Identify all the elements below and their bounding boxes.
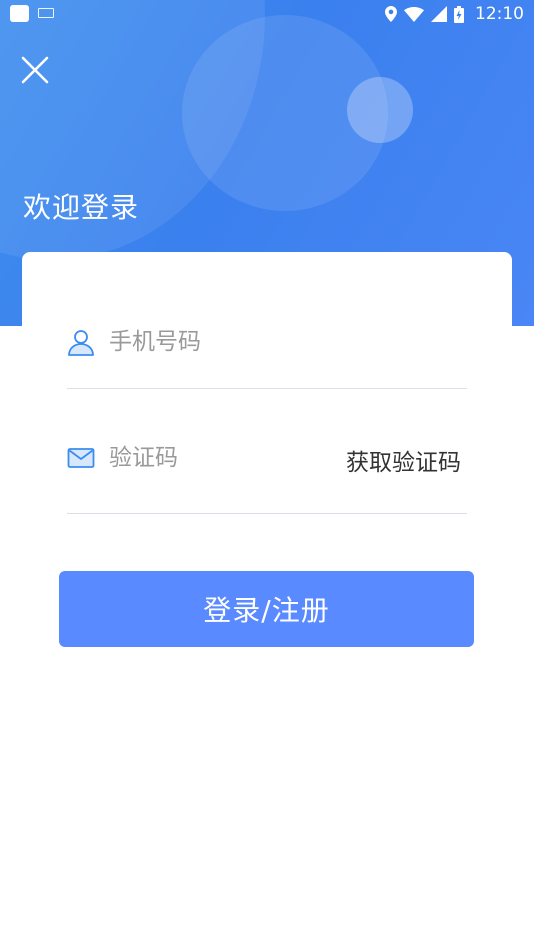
user-icon — [68, 330, 94, 356]
close-button[interactable] — [20, 55, 50, 85]
keyboard-icon — [38, 8, 54, 18]
location-icon — [385, 6, 397, 22]
phone-input[interactable] — [109, 322, 329, 362]
code-field: 获取验证码 — [67, 428, 467, 488]
close-icon — [21, 56, 49, 84]
mail-icon — [67, 448, 95, 468]
status-time: 12:10 — [475, 4, 524, 24]
phone-field — [67, 312, 467, 372]
login-card: 获取验证码 — [22, 252, 512, 552]
wifi-icon — [404, 6, 424, 22]
status-bar: 12:10 — [0, 0, 534, 28]
page-title: 欢迎登录 — [23, 191, 140, 224]
app-notification-icon — [10, 5, 29, 22]
decorative-circle — [347, 77, 413, 143]
divider — [67, 388, 467, 389]
login-register-button[interactable]: 登录/注册 — [59, 571, 474, 647]
get-code-button[interactable]: 获取验证码 — [346, 443, 461, 477]
signal-icon — [431, 6, 447, 22]
verification-code-input[interactable] — [109, 438, 329, 478]
battery-icon — [454, 5, 464, 23]
divider — [67, 513, 467, 514]
